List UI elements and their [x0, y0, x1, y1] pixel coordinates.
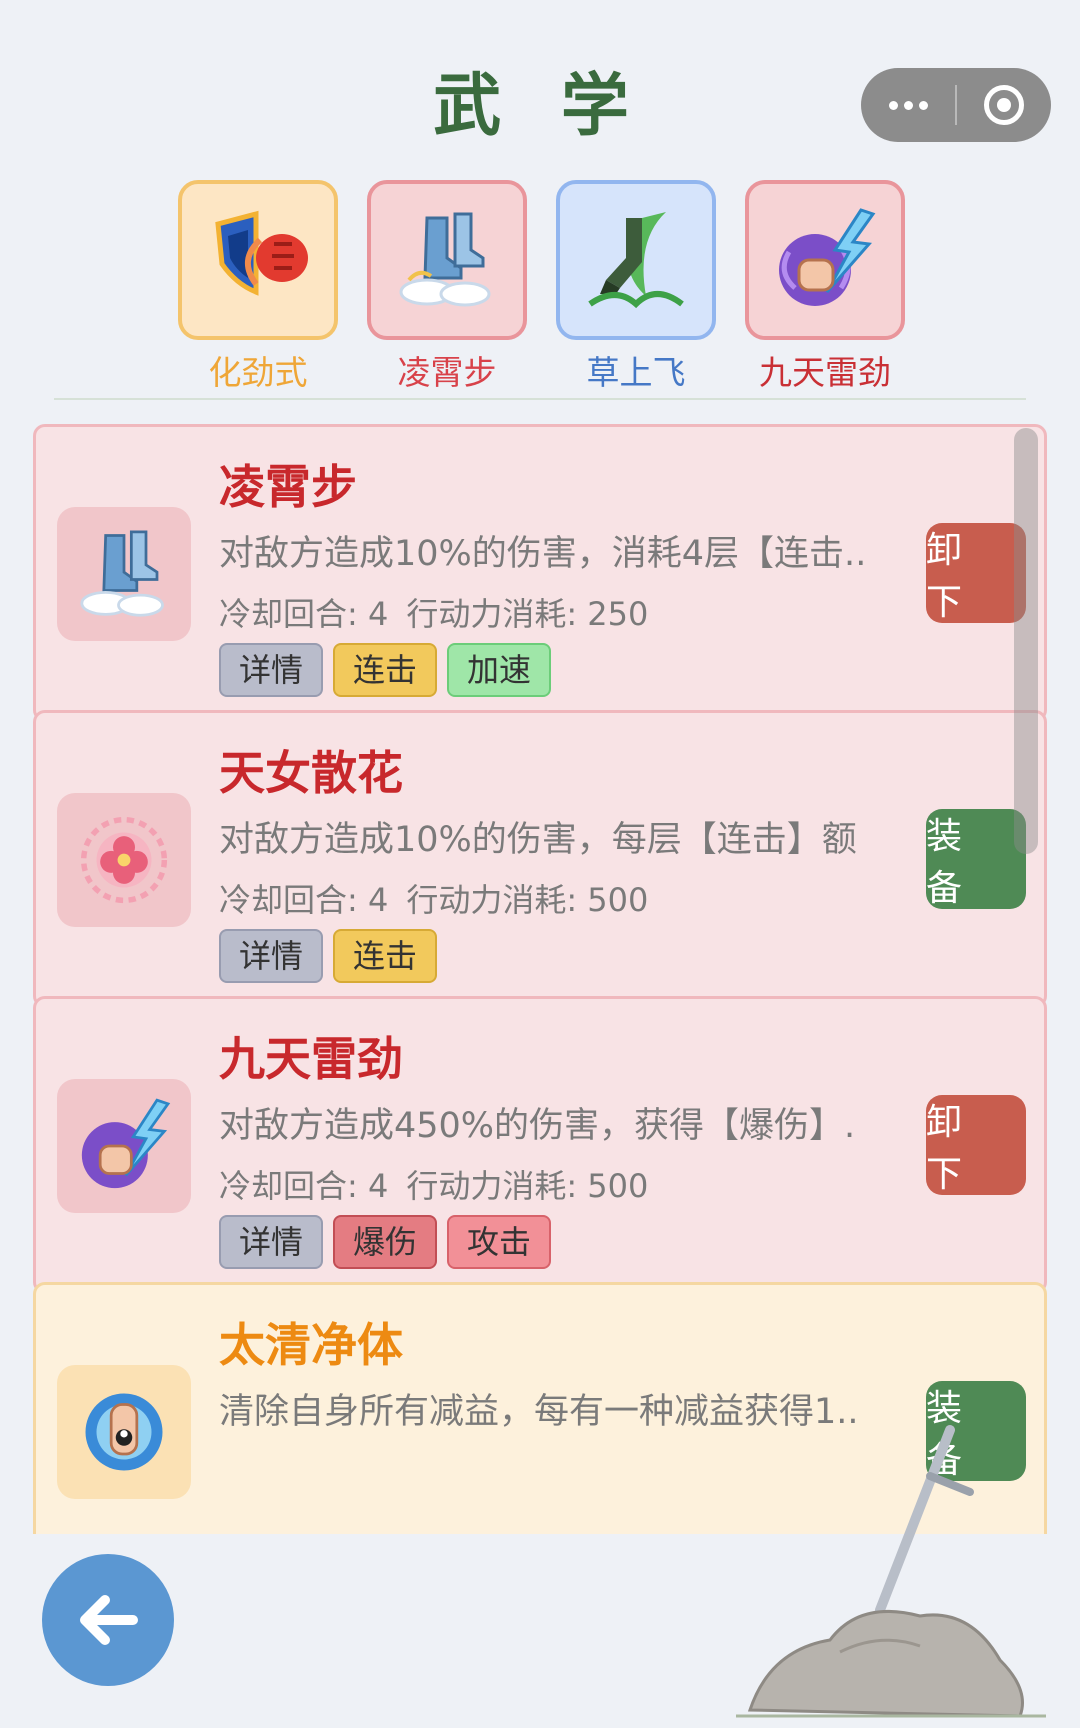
- slot-label: 草上飞: [586, 353, 686, 392]
- cloud-boots-icon: [57, 507, 191, 641]
- back-button[interactable]: [42, 1554, 174, 1686]
- cooldown-text: 冷却回合: 4: [219, 881, 389, 919]
- detail-tag-button[interactable]: 详情: [219, 643, 324, 697]
- taiji-palm-icon: [57, 1365, 191, 1499]
- detail-tag-button[interactable]: 详情: [219, 929, 324, 983]
- skill-stats: 冷却回合: 4 行动力消耗: 500: [219, 875, 648, 921]
- target-icon: [984, 85, 1024, 125]
- cloud-boots-icon: [367, 180, 527, 340]
- skill-card-jiutianleijin: 九天雷劲 对敌方造成450%的伤害，获得【爆伤】. 冷却回合: 4 行动力消耗: …: [33, 996, 1047, 1294]
- skill-tags: 详情 连击: [219, 929, 438, 983]
- slot-label: 化劲式: [208, 353, 308, 392]
- unequip-button[interactable]: 卸 下: [926, 1095, 1026, 1195]
- cost-text: 行动力消耗: 500: [406, 881, 649, 919]
- crit-damage-tag: 爆伤: [333, 1215, 438, 1269]
- cost-text: 行动力消耗: 250: [406, 595, 649, 633]
- cooldown-text: 冷却回合: 4: [219, 1167, 389, 1205]
- shield-fist-icon: [178, 180, 338, 340]
- equipped-skill-slots: 化劲式 凌霄步 草上飞 九天雷劲: [178, 180, 905, 394]
- skill-card-lingxiaobu: 凌霄步 对敌方造成10%的伤害，消耗4层【连击.. 冷却回合: 4 行动力消耗: …: [33, 424, 1047, 722]
- detail-tag-button[interactable]: 详情: [219, 1215, 324, 1269]
- more-menu-button[interactable]: [861, 100, 955, 110]
- slot-lingxiaobu[interactable]: 凌霄步: [367, 180, 527, 394]
- skill-name: 天女散花: [219, 746, 403, 800]
- skill-name: 九天雷劲: [219, 1032, 403, 1086]
- divider: [54, 398, 1026, 400]
- combo-tag: 连击: [333, 643, 438, 697]
- cost-text: 行动力消耗: 500: [406, 1167, 649, 1205]
- thunder-fist-icon: [745, 180, 905, 340]
- slot-jiutianleijin[interactable]: 九天雷劲: [745, 180, 905, 394]
- mini-program-capsule: [861, 68, 1051, 142]
- skill-name: 凌霄步: [219, 460, 357, 514]
- speed-tag: 加速: [447, 643, 552, 697]
- cooldown-text: 冷却回合: 4: [219, 595, 389, 633]
- scrollbar[interactable]: [1014, 428, 1038, 854]
- skill-card-tiannvsanhua: 天女散花 对敌方造成10%的伤害，每层【连击】额 冷却回合: 4 行动力消耗: 5…: [33, 710, 1047, 1008]
- skill-stats: 冷却回合: 4 行动力消耗: 250: [219, 589, 648, 635]
- slot-caoshangfei[interactable]: 草上飞: [556, 180, 716, 394]
- skill-list[interactable]: 凌霄步 对敌方造成10%的伤害，消耗4层【连击.. 冷却回合: 4 行动力消耗: …: [33, 424, 1047, 1534]
- grass-leap-icon: [556, 180, 716, 340]
- close-mini-program-button[interactable]: [957, 85, 1051, 125]
- skill-tags: 详情 连击 加速: [219, 643, 552, 697]
- attack-tag: 攻击: [447, 1215, 552, 1269]
- slot-label: 九天雷劲: [759, 353, 891, 392]
- flower-petals-icon: [57, 793, 191, 927]
- slot-huajinshi[interactable]: 化劲式: [178, 180, 338, 394]
- sword-in-stone-decoration: [736, 1425, 1046, 1718]
- arrow-left-icon: [80, 1595, 138, 1645]
- unequip-button[interactable]: 卸 下: [926, 523, 1026, 623]
- equip-button[interactable]: 装 备: [926, 809, 1026, 909]
- skill-description: 对敌方造成10%的伤害，每层【连击】额: [219, 820, 857, 860]
- skill-tags: 详情 爆伤 攻击: [219, 1215, 552, 1269]
- thunder-fist-icon: [57, 1079, 191, 1213]
- skill-name: 太清净体: [219, 1318, 403, 1372]
- combo-tag: 连击: [333, 929, 438, 983]
- skill-description: 对敌方造成450%的伤害，获得【爆伤】.: [219, 1106, 856, 1146]
- skill-stats: 冷却回合: 4 行动力消耗: 500: [219, 1161, 648, 1207]
- skill-description: 对敌方造成10%的伤害，消耗4层【连击..: [219, 534, 867, 574]
- slot-label: 凌霄步: [397, 353, 497, 392]
